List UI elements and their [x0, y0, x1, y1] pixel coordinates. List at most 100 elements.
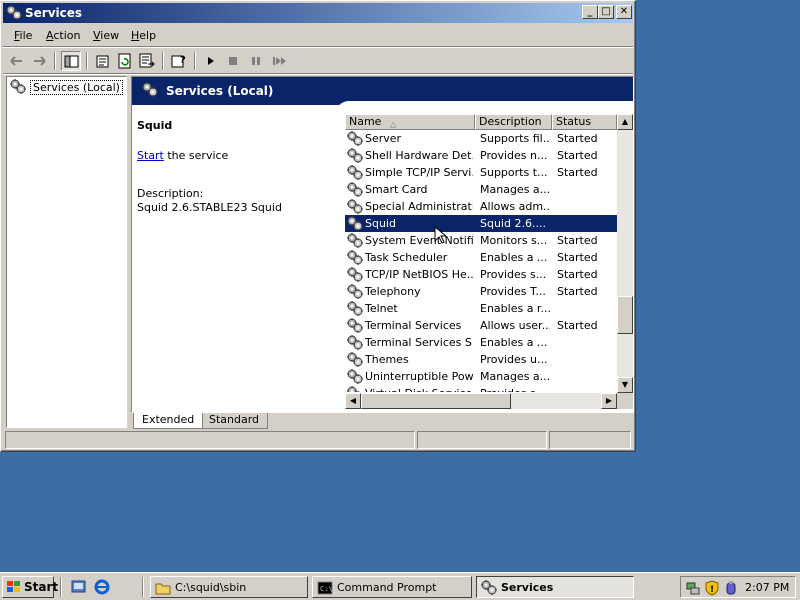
cell-name: Themes — [365, 353, 409, 366]
scroll-up-button[interactable]: ▲ — [617, 114, 633, 130]
table-row[interactable]: Terminal Services Allows user... Started — [345, 317, 617, 334]
internet-explorer-button[interactable] — [93, 578, 111, 596]
cell-description: Monitors s... — [480, 234, 548, 247]
mouse-cursor-icon — [434, 226, 446, 244]
scroll-left-button[interactable]: ◀ — [345, 393, 361, 409]
command-prompt-icon: C:\ — [317, 581, 333, 595]
table-row[interactable]: System Event Notifi... Monitors s... Start… — [345, 232, 617, 249]
refresh-button[interactable] — [115, 51, 135, 71]
menu-help[interactable]: Help — [131, 29, 156, 42]
table-row[interactable]: Squid Squid 2.6.... — [345, 215, 617, 232]
service-gear-icon — [347, 165, 363, 181]
services-window: Services _ □ ✕ File Action View Help ? S… — [0, 0, 636, 452]
system-tray: ! 2:07 PM — [680, 576, 796, 598]
table-row[interactable]: Virtual Disk Service Provides s... — [345, 385, 617, 392]
cell-name: Smart Card — [365, 183, 428, 196]
table-row[interactable]: Telephony Provides T... Started — [345, 283, 617, 300]
service-gear-icon — [347, 199, 363, 215]
cell-name: Virtual Disk Service — [365, 387, 473, 392]
table-row[interactable]: Telnet Enables a r... — [345, 300, 617, 317]
task-button-folder[interactable]: C:\squid\sbin — [150, 576, 308, 598]
start-service-button[interactable] — [201, 51, 221, 71]
table-row[interactable]: Smart Card Manages a... — [345, 181, 617, 198]
list-header: Name △ Description Status — [345, 114, 617, 130]
cell-name: Task Scheduler — [365, 251, 448, 264]
restart-service-button[interactable] — [269, 51, 289, 71]
list-rows: Server Supports fil... Started Shell Hardwa… — [345, 130, 617, 392]
table-row[interactable]: Terminal Services S... Enables a ... — [345, 334, 617, 351]
menu-file[interactable]: File — [14, 29, 32, 42]
forward-button[interactable] — [29, 51, 49, 71]
table-row[interactable]: TCP/IP NetBIOS He... Provides s... Started — [345, 266, 617, 283]
folder-icon — [155, 583, 171, 595]
pane-header-title: Services (Local) — [166, 84, 274, 98]
minimize-button[interactable]: _ — [582, 5, 598, 19]
tab-extended[interactable]: Extended — [133, 413, 204, 429]
service-gear-icon — [347, 352, 363, 368]
tab-standard[interactable]: Standard — [201, 413, 269, 429]
vertical-scroll-thumb[interactable] — [617, 296, 633, 334]
back-button[interactable] — [7, 51, 27, 71]
service-gear-icon — [347, 301, 363, 317]
help-button[interactable]: ? — [169, 51, 189, 71]
horizontal-scroll-thumb[interactable] — [361, 393, 511, 409]
cell-name: Simple TCP/IP Servi... — [365, 166, 473, 179]
stop-service-button[interactable] — [223, 51, 243, 71]
task-button-services[interactable]: Services — [476, 576, 634, 598]
cell-name: Server — [365, 132, 402, 145]
title-bar[interactable]: Services _ □ ✕ — [3, 3, 633, 23]
menu-action[interactable]: Action — [46, 29, 80, 42]
scroll-down-button[interactable]: ▼ — [617, 377, 633, 393]
pause-icon — [252, 57, 260, 65]
back-icon — [10, 56, 22, 66]
cell-description: Provides u... — [480, 353, 548, 366]
tree-item-label: Services (Local) — [30, 80, 123, 95]
svg-text:!: ! — [710, 585, 714, 595]
column-header-status[interactable]: Status — [552, 114, 617, 130]
cell-status: Started — [557, 268, 598, 281]
table-row[interactable]: Server Supports fil... Started — [345, 130, 617, 147]
selected-service-name: Squid — [137, 119, 173, 132]
services-gear-icon — [10, 79, 26, 95]
menu-bar: File Action View Help — [3, 26, 633, 46]
table-row[interactable]: Special Administrati... Allows adm... — [345, 198, 617, 215]
table-row[interactable]: Shell Hardware Det... Provides n... Starte… — [345, 147, 617, 164]
table-row[interactable]: Uninterruptible Pow... Manages a... — [345, 368, 617, 385]
maximize-button[interactable]: □ — [598, 5, 614, 19]
vertical-scrollbar[interactable]: ▲ ▼ — [617, 114, 633, 393]
clock[interactable]: 2:07 PM — [745, 581, 789, 594]
column-header-description[interactable]: Description — [475, 114, 552, 130]
service-gear-icon — [347, 233, 363, 249]
column-header-name[interactable]: Name △ — [345, 114, 475, 130]
cell-description: Provides s... — [480, 268, 547, 281]
start-button[interactable]: Start — [2, 576, 58, 598]
service-gear-icon — [347, 284, 363, 300]
start-service-link[interactable]: Start — [137, 149, 164, 162]
cell-name: Shell Hardware Det... — [365, 149, 473, 162]
menu-separator — [3, 46, 633, 48]
cell-description: Provides T... — [480, 285, 546, 298]
table-row[interactable]: Themes Provides u... — [345, 351, 617, 368]
window-title: Services — [25, 6, 83, 20]
show-hide-tree-button[interactable] — [61, 51, 81, 71]
task-button-command-prompt[interactable]: C:\ Command Prompt — [312, 576, 472, 598]
column-header-status-label: Status — [556, 115, 592, 128]
services-gear-icon — [481, 580, 497, 596]
pause-service-button[interactable] — [246, 51, 266, 71]
table-row[interactable]: Task Scheduler Enables a ... Started — [345, 249, 617, 266]
table-row[interactable]: Simple TCP/IP Servi... Supports t... Start… — [345, 164, 617, 181]
scroll-right-button[interactable]: ▶ — [601, 393, 617, 409]
security-shield-icon[interactable]: ! — [704, 580, 720, 596]
network-icon[interactable] — [685, 580, 701, 596]
volume-icon[interactable] — [723, 580, 739, 596]
horizontal-scrollbar[interactable]: ◀ ▶ — [345, 393, 617, 409]
svg-text:?: ? — [180, 55, 186, 66]
start-label: Start — [24, 580, 59, 594]
export-list-button[interactable] — [137, 51, 157, 71]
close-button[interactable]: ✕ — [616, 5, 632, 19]
service-gear-icon — [347, 335, 363, 351]
status-pane-3 — [549, 431, 631, 449]
menu-view[interactable]: View — [93, 29, 119, 42]
properties-button[interactable] — [93, 51, 113, 71]
show-desktop-button[interactable] — [70, 578, 88, 596]
